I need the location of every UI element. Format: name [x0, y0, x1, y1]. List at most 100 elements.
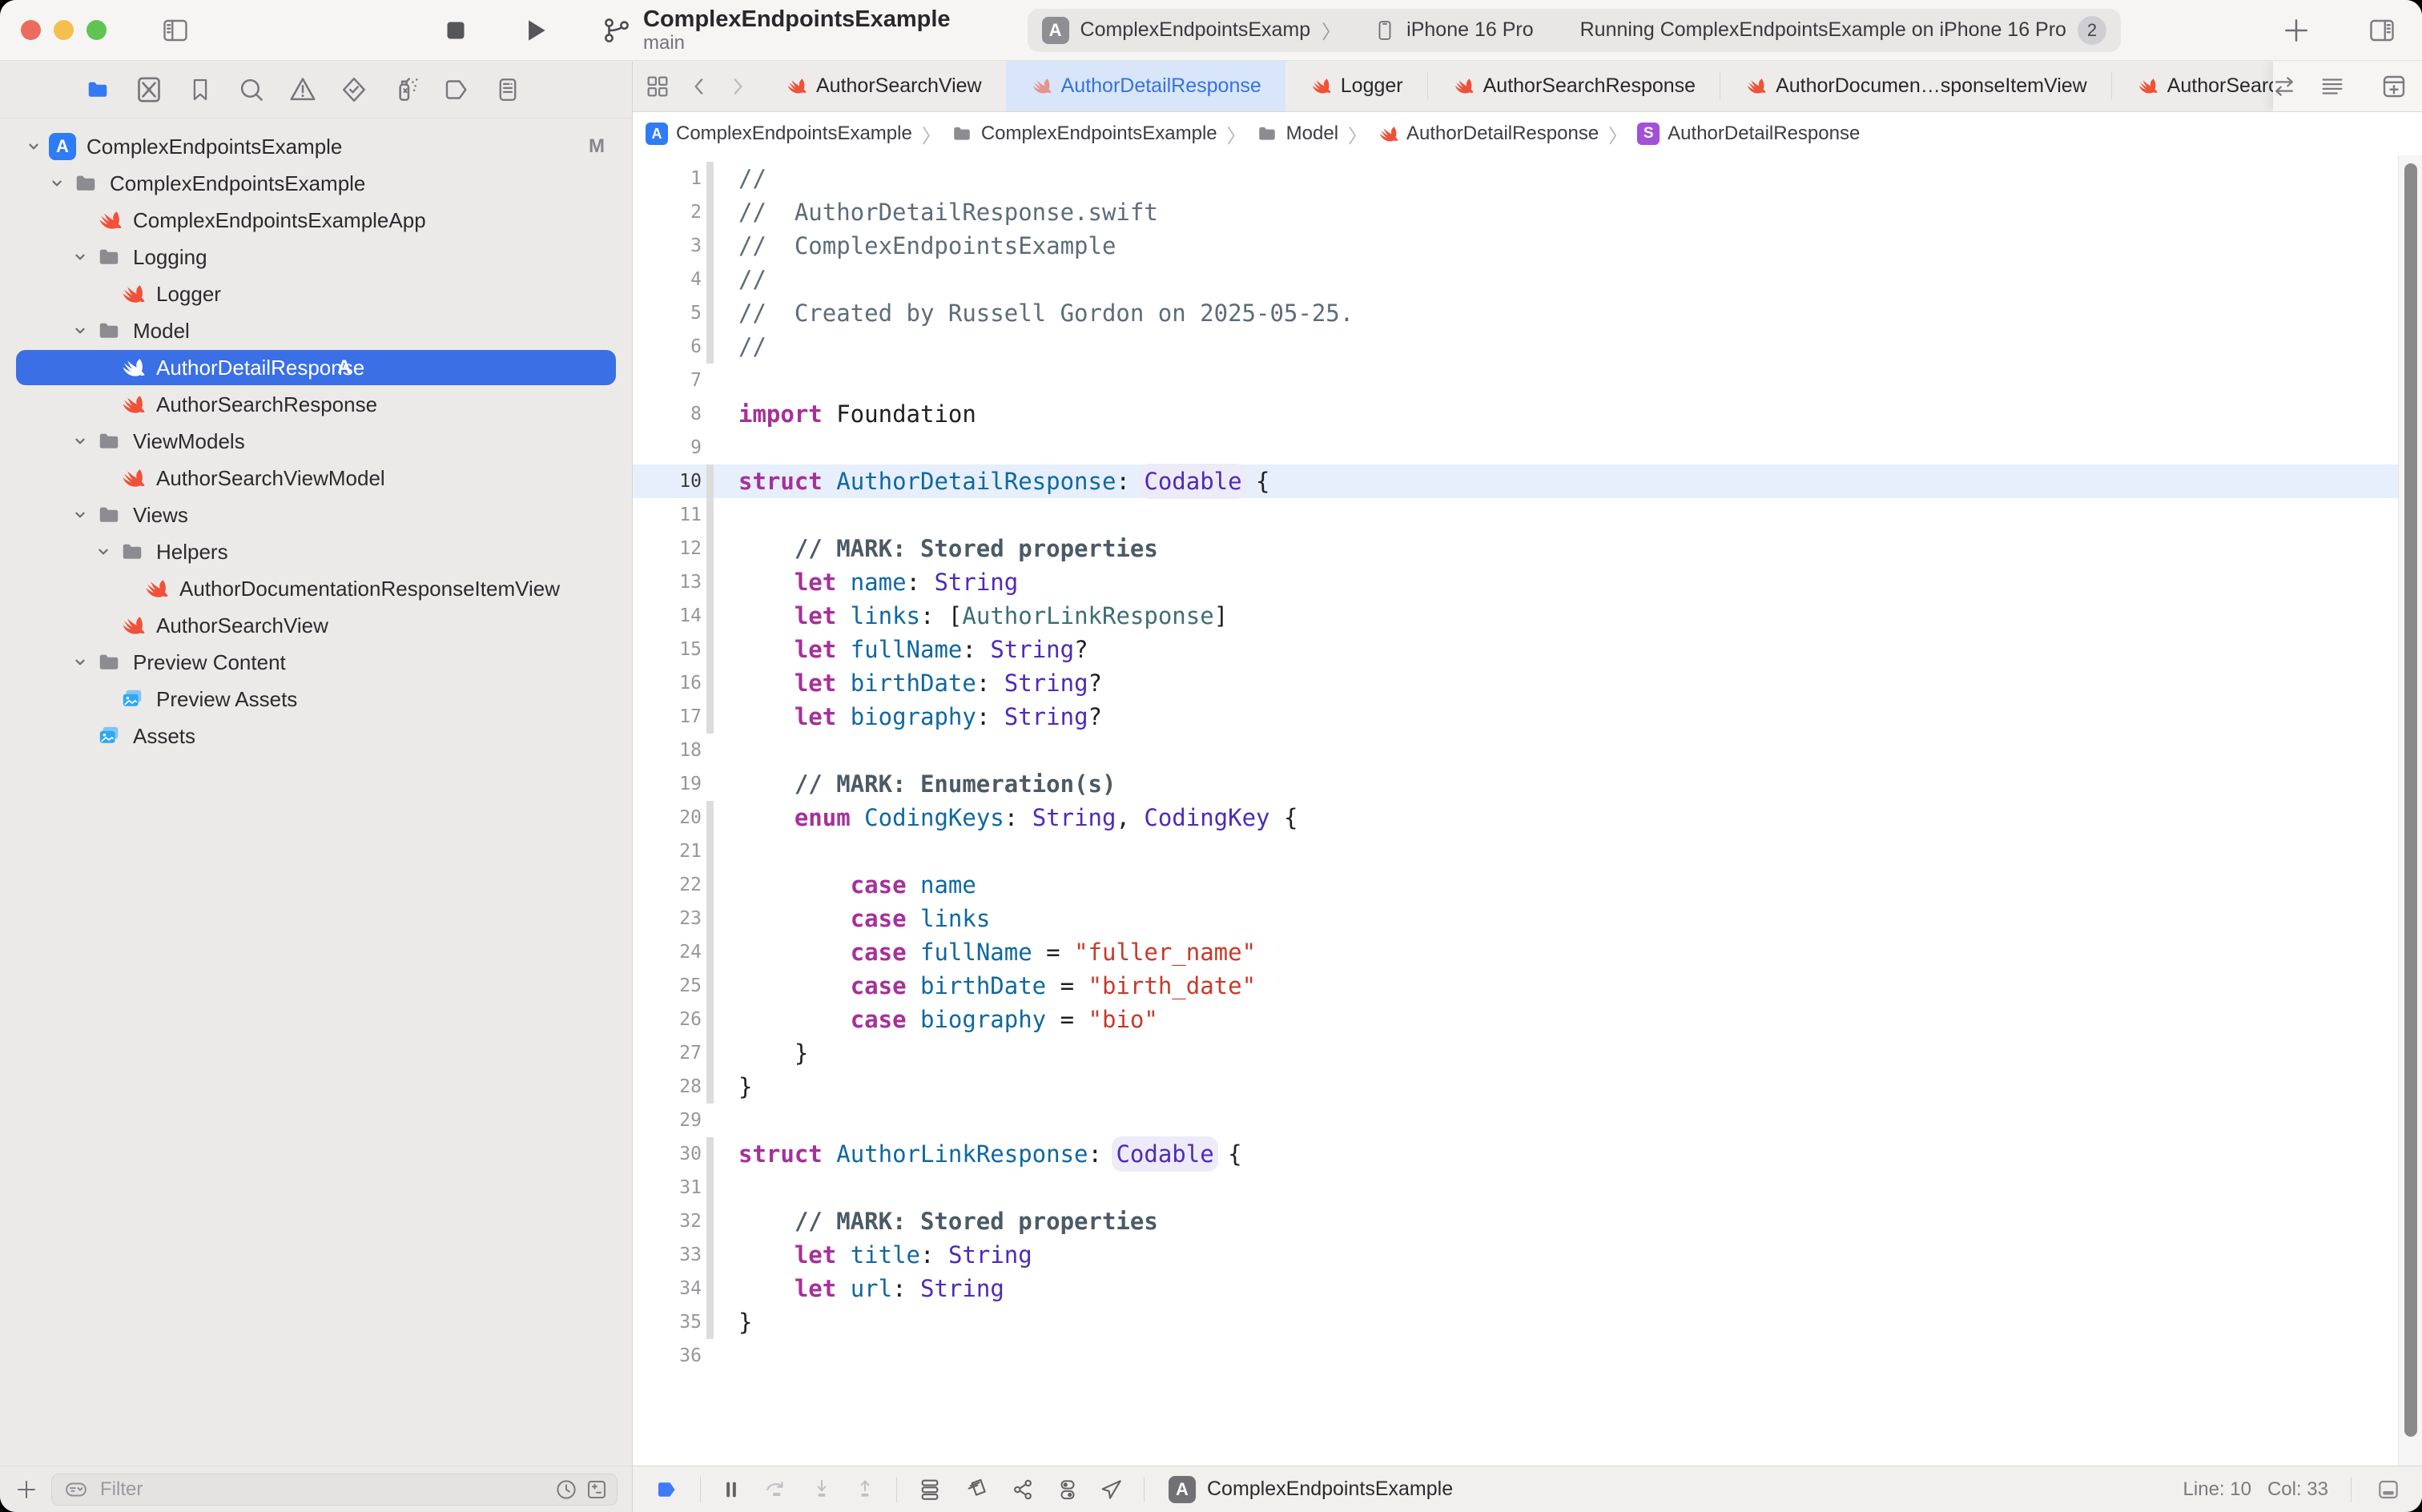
code-line-4[interactable]: 4//: [633, 263, 2422, 296]
disclosure-chevron-icon[interactable]: [70, 322, 91, 340]
tree-row-viewmodels[interactable]: ViewModels: [0, 423, 632, 460]
memory-graph-icon[interactable]: [963, 1477, 990, 1502]
line-number[interactable]: 8: [633, 404, 702, 424]
tree-row-logger[interactable]: Logger: [0, 275, 632, 312]
filter-input[interactable]: [100, 1478, 546, 1501]
line-number[interactable]: 15: [633, 639, 702, 660]
code-line-26[interactable]: 26 case biography = "bio": [633, 1003, 2422, 1036]
disclosure-chevron-icon[interactable]: [70, 506, 91, 524]
breakpoints-icon[interactable]: [439, 72, 474, 107]
pause-execution-icon[interactable]: [720, 1477, 742, 1502]
line-number[interactable]: 10: [633, 471, 702, 492]
code-line-21[interactable]: 21: [633, 834, 2422, 868]
code-line-1[interactable]: 1//: [633, 162, 2422, 195]
breadcrumb-item[interactable]: AComplexEndpointsExample: [646, 123, 912, 145]
code-line-15[interactable]: 15 let fullName: String?: [633, 633, 2422, 666]
line-number[interactable]: 31: [633, 1177, 702, 1198]
left-sidebar-toggle-icon[interactable]: [159, 16, 191, 45]
code-review-icon[interactable]: [2268, 73, 2300, 100]
breadcrumb-item[interactable]: Model: [1256, 123, 1338, 145]
line-number[interactable]: 2: [633, 202, 702, 223]
line-number[interactable]: 32: [633, 1211, 702, 1232]
run-button[interactable]: [520, 15, 550, 46]
code-line-22[interactable]: 22 case name: [633, 868, 2422, 902]
line-number[interactable]: 5: [633, 303, 702, 324]
scrollbar-thumb[interactable]: [2404, 163, 2417, 1437]
debug-area-toggle-icon[interactable]: [2374, 1477, 2403, 1502]
code-line-28[interactable]: 28}: [633, 1070, 2422, 1104]
issue-count-badge[interactable]: 2: [2078, 16, 2106, 45]
step-into-icon[interactable]: [810, 1477, 834, 1502]
line-number[interactable]: 19: [633, 774, 702, 794]
run-destination[interactable]: iPhone 16 Pro: [1406, 18, 1533, 42]
new-tab-button[interactable]: [2281, 15, 2311, 46]
tab-authordocumen-sponseitemview[interactable]: AuthorDocumen…sponseItemView: [1720, 61, 2111, 111]
line-number[interactable]: 26: [633, 1009, 702, 1030]
line-number[interactable]: 21: [633, 841, 702, 862]
bookmarks-icon[interactable]: [183, 72, 218, 107]
line-number[interactable]: 34: [633, 1278, 702, 1299]
tree-row-authorsearchview[interactable]: AuthorSearchView: [0, 607, 632, 644]
editor-options-icon[interactable]: [2315, 73, 2350, 100]
line-number[interactable]: 1: [633, 168, 702, 189]
tab-authorsearchview[interactable]: AuthorSearchView: [761, 61, 1006, 111]
code-line-13[interactable]: 13 let name: String: [633, 565, 2422, 599]
tests-icon[interactable]: [336, 72, 372, 107]
line-number[interactable]: 20: [633, 807, 702, 828]
code-line-23[interactable]: 23 case links: [633, 902, 2422, 935]
code-line-14[interactable]: 14 let links: [AuthorLinkResponse]: [633, 599, 2422, 633]
line-number[interactable]: 16: [633, 673, 702, 694]
tree-row-complexendpointsexample[interactable]: AComplexEndpointsExampleM: [0, 128, 632, 165]
close-window-button[interactable]: [21, 20, 41, 40]
minimize-window-button[interactable]: [54, 20, 74, 40]
tab-logger[interactable]: Logger: [1285, 61, 1427, 111]
step-out-icon[interactable]: [853, 1477, 877, 1502]
code-line-33[interactable]: 33 let title: String: [633, 1238, 2422, 1272]
code-line-30[interactable]: 30struct AuthorLinkResponse: Codable {: [633, 1137, 2422, 1171]
line-number[interactable]: 29: [633, 1110, 702, 1131]
code-line-36[interactable]: 36: [633, 1339, 2422, 1373]
source-control-icon[interactable]: [131, 72, 167, 107]
issues-icon[interactable]: [285, 72, 320, 107]
code-line-18[interactable]: 18: [633, 734, 2422, 767]
scheme-selector[interactable]: A ComplexEndpointsExamp 〉 iPhone 16 Pro …: [1028, 9, 2121, 52]
tree-row-logging[interactable]: Logging: [0, 239, 632, 275]
disclosure-chevron-icon[interactable]: [70, 248, 91, 266]
forward-navigation-icon[interactable]: [727, 74, 748, 99]
code-line-20[interactable]: 20 enum CodingKeys: String, CodingKey {: [633, 801, 2422, 834]
disclosure-chevron-icon[interactable]: [93, 543, 114, 561]
back-navigation-icon[interactable]: [689, 74, 710, 99]
debug-navigator-icon[interactable]: [388, 72, 423, 107]
line-number[interactable]: 22: [633, 875, 702, 895]
right-sidebar-toggle-icon[interactable]: [2366, 16, 2398, 45]
line-number[interactable]: 35: [633, 1312, 702, 1333]
code-line-29[interactable]: 29: [633, 1104, 2422, 1137]
line-number[interactable]: 23: [633, 908, 702, 929]
code-line-35[interactable]: 35}: [633, 1305, 2422, 1339]
scheme-name[interactable]: ComplexEndpointsExamp: [1080, 18, 1311, 42]
code-line-6[interactable]: 6//: [633, 330, 2422, 364]
tree-row-model[interactable]: Model: [0, 312, 632, 349]
process-graph-icon[interactable]: [1009, 1477, 1036, 1502]
code-line-8[interactable]: 8import Foundation: [633, 397, 2422, 431]
line-number[interactable]: 17: [633, 706, 702, 727]
code-line-31[interactable]: 31: [633, 1171, 2422, 1204]
line-number[interactable]: 33: [633, 1245, 702, 1265]
disclosure-chevron-icon[interactable]: [23, 138, 44, 155]
disclosure-chevron-icon[interactable]: [46, 175, 67, 192]
tree-row-preview-content[interactable]: Preview Content: [0, 644, 632, 681]
find-icon[interactable]: [234, 72, 269, 107]
disclosure-chevron-icon[interactable]: [70, 653, 91, 671]
code-line-27[interactable]: 27 }: [633, 1036, 2422, 1070]
code-line-7[interactable]: 7: [633, 364, 2422, 397]
running-process[interactable]: A ComplexEndpointsExample: [1169, 1476, 1453, 1503]
simulate-location-icon[interactable]: [1099, 1477, 1124, 1502]
code-line-19[interactable]: 19 // MARK: Enumeration(s): [633, 767, 2422, 801]
tree-row-assets[interactable]: Assets: [0, 718, 632, 754]
tree-row-helpers[interactable]: Helpers: [0, 533, 632, 570]
editor-grid-icon[interactable]: [644, 73, 671, 100]
code-line-32[interactable]: 32 // MARK: Stored properties: [633, 1204, 2422, 1238]
filter-field[interactable]: [51, 1474, 618, 1506]
line-number[interactable]: 18: [633, 740, 702, 761]
tree-row-complexendpointsexample[interactable]: ComplexEndpointsExample: [0, 165, 632, 202]
